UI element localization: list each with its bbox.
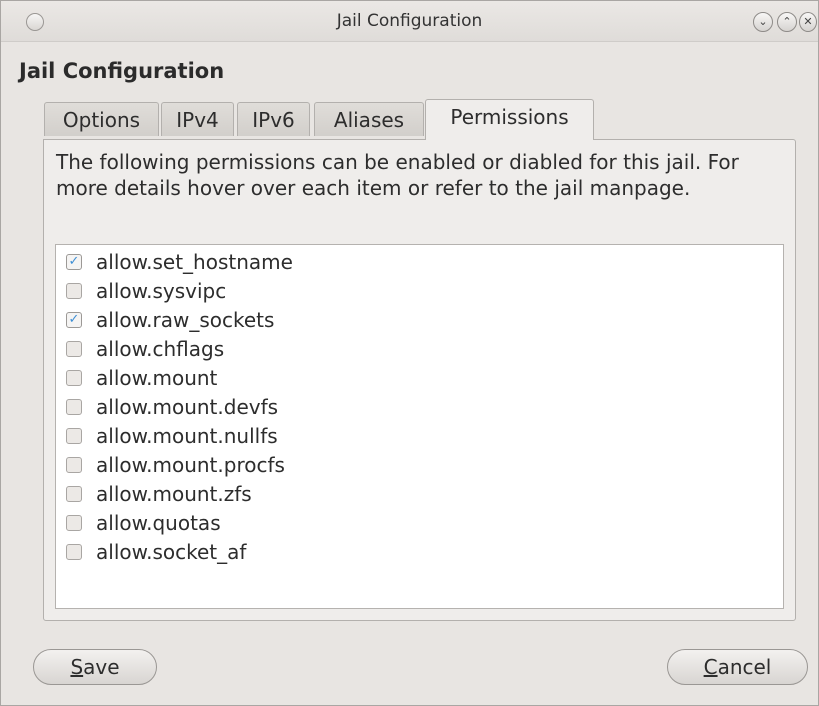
close-icon[interactable]: ✕ <box>799 12 817 32</box>
permissions-list[interactable]: ✓ allow.set_hostname allow.sysvipc ✓ allow.r… <box>55 244 784 609</box>
permission-item[interactable]: allow.mount.zfs <box>56 480 783 509</box>
permission-label: allow.sysvipc <box>96 279 227 303</box>
tab-permissions[interactable]: Permissions <box>425 99 594 140</box>
minimize-icon[interactable]: ⌄ <box>753 12 773 32</box>
permission-label: allow.mount <box>96 366 218 390</box>
permission-label: allow.chflags <box>96 337 225 361</box>
checkbox-unchecked[interactable] <box>66 457 82 473</box>
checkbox-unchecked[interactable] <box>66 515 82 531</box>
tab-options[interactable]: Options <box>44 102 159 136</box>
tab-ipv6[interactable]: IPv6 <box>237 102 310 136</box>
checkbox-unchecked[interactable] <box>66 428 82 444</box>
permission-item[interactable]: allow.mount.devfs <box>56 393 783 422</box>
tab-ipv4[interactable]: IPv4 <box>161 102 234 136</box>
cancel-label: ancel <box>717 655 772 679</box>
checkbox-unchecked[interactable] <box>66 544 82 560</box>
permission-label: allow.set_hostname <box>96 250 293 274</box>
checkbox-checked[interactable]: ✓ <box>66 254 82 270</box>
permissions-panel: The following permissions can be enabled… <box>43 139 796 621</box>
checkbox-unchecked[interactable] <box>66 341 82 357</box>
maximize-icon[interactable]: ⌃ <box>777 12 797 32</box>
permission-item[interactable]: allow.socket_af <box>56 538 783 567</box>
cancel-button[interactable]: Cancel <box>667 649 808 685</box>
permission-label: allow.socket_af <box>96 540 247 564</box>
permission-item[interactable]: allow.quotas <box>56 509 783 538</box>
permission-item[interactable]: allow.mount <box>56 364 783 393</box>
save-mnemonic: S <box>70 655 84 679</box>
permission-label: allow.mount.nullfs <box>96 424 278 448</box>
permission-label: allow.quotas <box>96 511 221 535</box>
checkbox-unchecked[interactable] <box>66 399 82 415</box>
permission-label: allow.mount.zfs <box>96 482 252 506</box>
checkbox-unchecked[interactable] <box>66 486 82 502</box>
checkbox-unchecked[interactable] <box>66 283 82 299</box>
permission-item[interactable]: allow.chflags <box>56 335 783 364</box>
permission-label: allow.raw_sockets <box>96 308 275 332</box>
dialog-window: Jail Configuration ⌄ ⌃ ✕ Jail Configurat… <box>0 0 819 706</box>
permission-item[interactable]: ✓ allow.raw_sockets <box>56 306 783 335</box>
permission-item[interactable]: allow.mount.nullfs <box>56 422 783 451</box>
dialog-heading: Jail Configuration <box>19 59 225 83</box>
permission-item[interactable]: allow.sysvipc <box>56 277 783 306</box>
checkbox-unchecked[interactable] <box>66 370 82 386</box>
title-bar[interactable]: Jail Configuration ⌄ ⌃ ✕ <box>1 1 818 42</box>
permission-item[interactable]: ✓ allow.set_hostname <box>56 248 783 277</box>
window-title: Jail Configuration <box>336 11 483 31</box>
tab-aliases[interactable]: Aliases <box>314 102 424 136</box>
permissions-description: The following permissions can be enabled… <box>56 150 739 200</box>
cancel-mnemonic: C <box>703 655 718 679</box>
save-button[interactable]: Save <box>33 649 157 685</box>
permission-label: allow.mount.devfs <box>96 395 279 419</box>
permission-label: allow.mount.procfs <box>96 453 285 477</box>
permission-item[interactable]: allow.mount.procfs <box>56 451 783 480</box>
save-label: ave <box>83 655 120 679</box>
checkbox-checked[interactable]: ✓ <box>66 312 82 328</box>
